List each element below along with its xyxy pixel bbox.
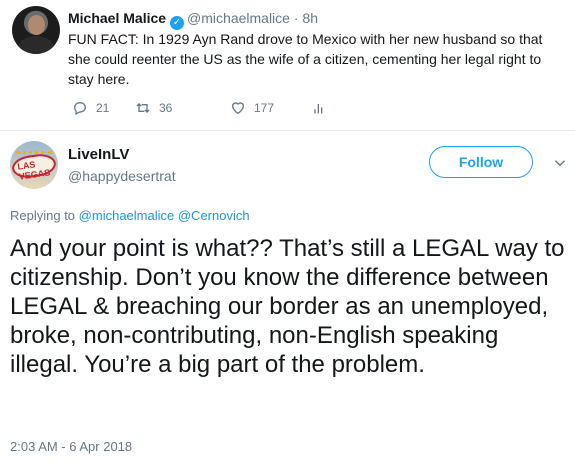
parent-author-name[interactable]: Michael Malice (68, 10, 166, 26)
heart-icon (231, 102, 245, 115)
verified-badge-icon: ✓ (170, 16, 185, 30)
parent-tweet[interactable]: Michael Malice ✓ @michaelmalice · 8h FUN F… (0, 0, 575, 125)
parent-tweet-text: FUN FACT: In 1929 Ayn Rand drove to Mexi… (68, 31, 543, 87)
follow-button[interactable]: Follow (429, 146, 533, 178)
like-button[interactable]: 177 (230, 100, 274, 116)
reply-author-handle[interactable]: @happydesertrat (68, 168, 176, 184)
replying-to-line: Replying to @michaelmalice @Cernovich (10, 208, 250, 223)
avatar-shoulders (18, 36, 54, 54)
avatar-head (28, 15, 45, 35)
parent-time[interactable]: 8h (302, 10, 318, 26)
tweet-divider (0, 130, 575, 131)
reply-button[interactable]: 21 (72, 100, 109, 116)
chevron-down-icon[interactable] (551, 154, 569, 172)
retweet-icon (136, 103, 150, 113)
parent-avatar[interactable] (12, 6, 60, 54)
reply-icon (73, 101, 87, 116)
reply-count: 21 (96, 101, 110, 115)
parent-author-handle[interactable]: @michaelmalice (187, 10, 290, 26)
reply-avatar[interactable]: LAS VEGAS (10, 141, 58, 189)
retweet-button[interactable]: 36 (135, 100, 172, 116)
analytics-button[interactable] (311, 100, 327, 116)
avatar-sign-text: LAS VEGAS (16, 159, 51, 182)
parent-header: Michael Malice ✓ @michaelmalice · 8h (68, 10, 318, 30)
replying-prefix: Replying to (10, 208, 76, 223)
retweet-count: 36 (159, 101, 173, 115)
reply-author-name[interactable]: LiveInLV (68, 146, 129, 163)
like-count: 177 (254, 101, 275, 115)
analytics-icon (314, 104, 323, 114)
tweet-timestamp[interactable]: 2:03 AM - 6 Apr 2018 (10, 439, 132, 454)
mention-link-michaelmalice[interactable]: @michaelmalice (79, 208, 175, 223)
reply-tweet-text: And your point is what?? That’s still a … (10, 235, 565, 378)
mention-link-cernovich[interactable]: @Cernovich (178, 208, 250, 223)
separator-dot: · (293, 10, 299, 26)
